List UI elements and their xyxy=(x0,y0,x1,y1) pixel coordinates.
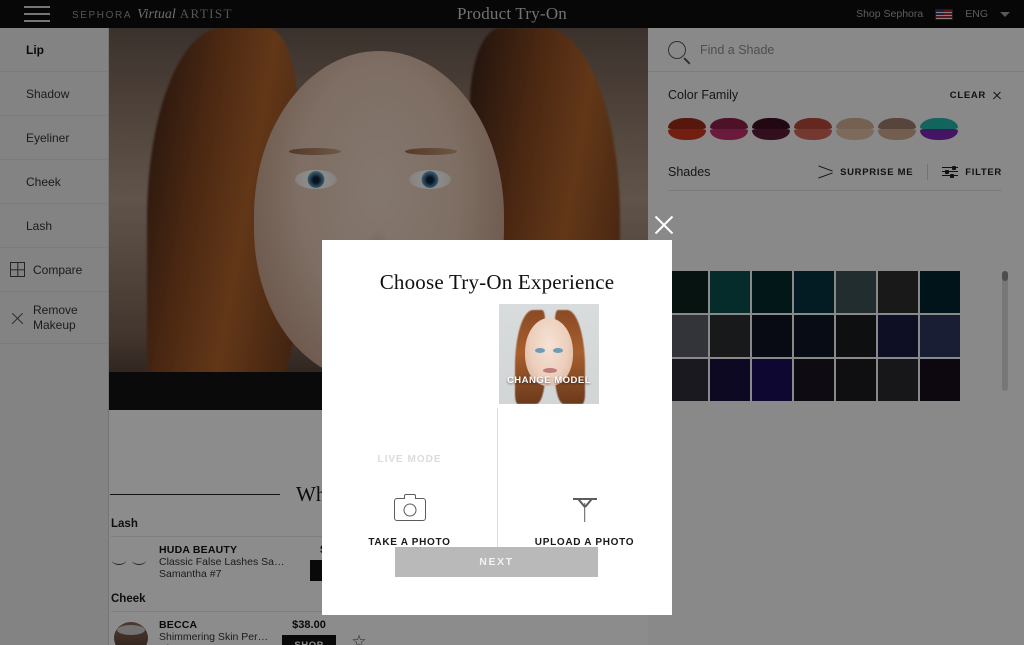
live-mode-label: LIVE MODE xyxy=(377,454,442,465)
model-choice[interactable]: CHANGE MODEL UPLOAD A PHOTO xyxy=(497,304,672,553)
next-button[interactable]: NEXT xyxy=(395,547,598,577)
modal-title: Choose Try-On Experience xyxy=(379,270,615,294)
change-model-thumbnail[interactable]: CHANGE MODEL xyxy=(499,304,599,404)
close-icon[interactable] xyxy=(650,210,678,238)
upload-arrow-icon xyxy=(569,497,601,522)
modal-choices: LIVE MODE TAKE A PHOTO CHANGE MODEL UPLO… xyxy=(322,304,672,553)
model-thumb-eye-left xyxy=(535,348,545,353)
live-mode-choice[interactable]: LIVE MODE TAKE A PHOTO xyxy=(322,308,497,553)
upload-a-photo-button[interactable]: UPLOAD A PHOTO xyxy=(497,497,672,548)
try-on-experience-modal: Choose Try-On Experience LIVE MODE TAKE … xyxy=(322,240,672,615)
change-model-label: CHANGE MODEL xyxy=(506,375,592,386)
take-a-photo-button[interactable]: TAKE A PHOTO xyxy=(322,494,497,548)
model-thumb-eye-right xyxy=(553,348,563,353)
app-root: SEPHORA Virtual ARTIST Product Try-On Sh… xyxy=(0,0,1024,645)
model-thumb-lips xyxy=(543,368,557,373)
camera-icon xyxy=(393,494,426,521)
